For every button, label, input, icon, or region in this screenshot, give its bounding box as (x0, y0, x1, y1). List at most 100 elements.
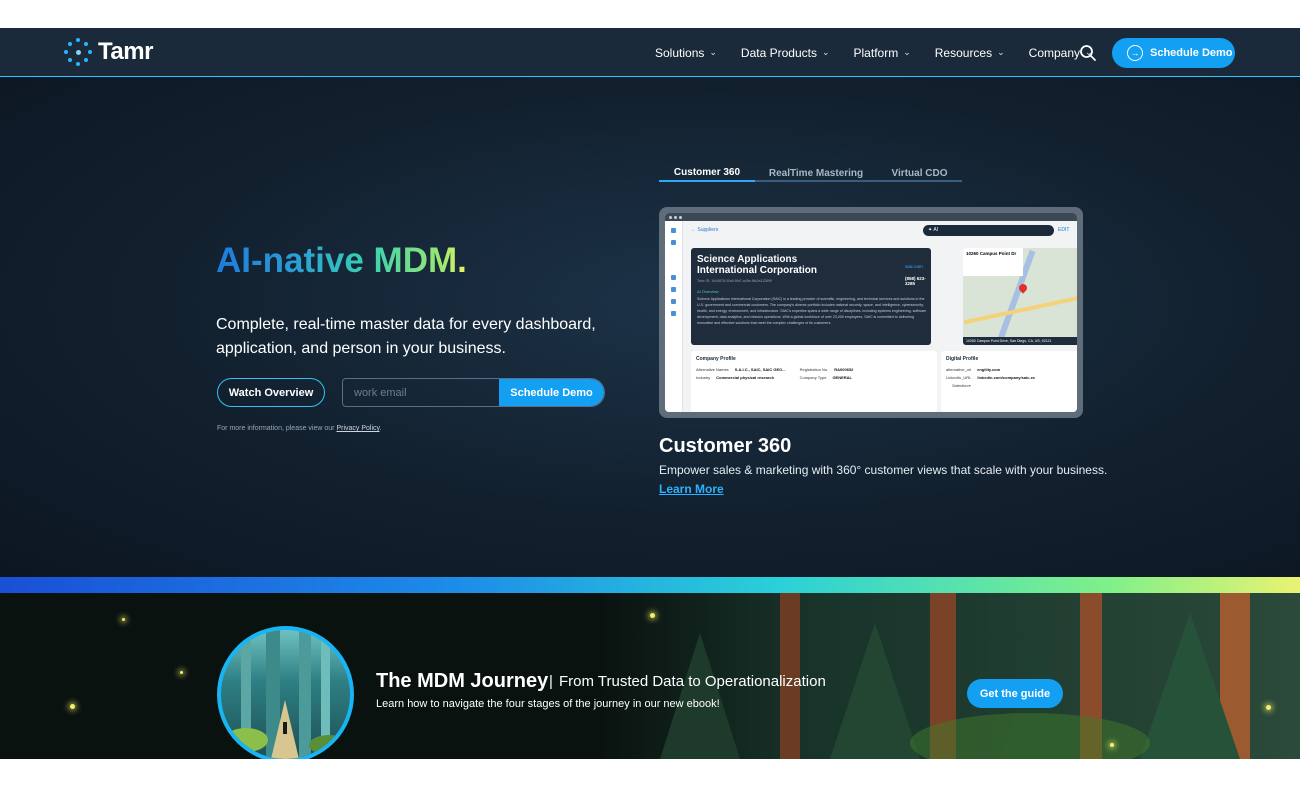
profile-value: RA000652 (834, 367, 854, 372)
search-icon[interactable] (1079, 44, 1097, 62)
company-website: saic.com (905, 264, 923, 269)
work-email-input[interactable] (343, 379, 499, 406)
privacy-prefix: For more information, please view our (217, 425, 335, 432)
firefly (70, 704, 75, 709)
profile-row: Registration No. RA000652 (800, 367, 854, 372)
tab-virtual-cdo[interactable]: Virtual CDO (877, 164, 962, 182)
digital-value: engility.com (977, 367, 1001, 372)
product-tabs: Customer 360 RealTime Mastering Virtual … (659, 164, 962, 182)
profile-key: Industry (696, 375, 711, 380)
profile-value: Commercial physical research (716, 375, 775, 380)
menu-item-platform[interactable]: Platform ⌄ (854, 46, 911, 60)
menu-item-data-products[interactable]: Data Products ⌄ (741, 46, 830, 60)
profile-key: Alternative Names (696, 367, 729, 372)
menu-item-solutions[interactable]: Solutions ⌄ (655, 46, 717, 60)
map-highway (963, 295, 1077, 325)
company-profile-panel: Company Profile Alternative Names S.A.I.C… (691, 351, 937, 412)
profile-value: GENERAL (832, 375, 852, 380)
tab-customer-360[interactable]: Customer 360 (659, 164, 755, 182)
digital-value: Salesforce (952, 383, 971, 388)
location-map: 10260 Campus Point Dr 10260 Campus Point… (963, 248, 1077, 345)
firefly (122, 618, 125, 621)
chevron-down-icon: ⌄ (709, 47, 717, 57)
page: Tamr Solutions ⌄ Data Products ⌄ Platfor… (0, 0, 1300, 788)
journey-ebook-image (217, 626, 354, 759)
forest-path-illustration (224, 630, 349, 759)
window-controls (665, 213, 1077, 221)
nav-schedule-demo-button[interactable]: → Schedule Demo (1112, 38, 1235, 68)
company-name: Science Applications International Corpo… (697, 254, 817, 276)
privacy-policy-link[interactable]: Privacy Policy (336, 425, 379, 432)
breadcrumb: ← Suppliers (691, 227, 719, 233)
edit-label: EDIT (1058, 227, 1070, 233)
ebook-banner: The MDM Journey | From Trusted Data to O… (0, 593, 1300, 759)
company-id: Tamr ID: 1f449f78-00a9-8fd7-a49e-f8c2a11… (697, 279, 772, 283)
feature-title: Customer 360 (659, 435, 792, 457)
menu-item-label: Solutions (655, 45, 705, 60)
hero-subtitle: Complete, real-time master data for ever… (216, 316, 596, 357)
menu-item-resources[interactable]: Resources ⌄ (935, 46, 1005, 60)
firefly (1266, 705, 1271, 710)
get-the-guide-button[interactable]: Get the guide (967, 679, 1063, 708)
profile-row: Alternative Names S.A.I.C., SAIC, SAIC GE… (696, 367, 786, 372)
profile-value: S.A.I.C., SAIC, SAIC GEO... (734, 367, 786, 372)
breadcrumb-label: Suppliers (697, 227, 719, 233)
folder-icon (671, 275, 676, 280)
grid-icon (671, 287, 676, 292)
learn-more-link[interactable]: Learn More (659, 482, 724, 496)
app-search-field: ✦ AI (923, 225, 1054, 236)
company-summary-card: Science Applications International Corpo… (691, 248, 931, 345)
email-signup-form: Schedule Demo (342, 378, 605, 407)
digital-row: LinkedIn_URL linkedin.com/company/saic-ec (946, 375, 1076, 380)
product-screenshot: ← Suppliers ✦ AI EDIT Science Applicatio… (659, 207, 1083, 418)
company-description: Science Applications International Corpo… (697, 297, 927, 325)
gradient-divider (0, 577, 1300, 593)
list-icon (671, 299, 676, 304)
digital-value: linkedin.com/company/saic-ec (977, 375, 1036, 380)
company-profile-title: Company Profile (696, 356, 736, 362)
top-nav: Tamr Solutions ⌄ Data Products ⌄ Platfor… (0, 28, 1300, 77)
feature-description: Empower sales & marketing with 360° cust… (659, 463, 1108, 477)
tamr-logo[interactable]: Tamr (64, 38, 153, 66)
map-footer: 10260 Campus Point Drive, San Diego, CA,… (963, 337, 1077, 345)
hero-title: AI-native MDM. (216, 241, 467, 280)
privacy-note: For more information, please view our Pr… (217, 425, 381, 432)
chevron-down-icon: ⌄ (821, 47, 830, 57)
banner-subtitle: From Trusted Data to Operationalization (559, 673, 826, 690)
tab-realtime-mastering[interactable]: RealTime Mastering (755, 164, 877, 182)
profile-key: Registration No. (799, 367, 829, 372)
menu-item-label: Platform (853, 45, 899, 60)
firefly (1110, 743, 1114, 747)
firefly (650, 613, 655, 618)
digital-profile-panel: Digital Profile alternative_url engility.… (941, 351, 1077, 412)
profile-key: Company Type (799, 375, 827, 380)
network-icon (671, 311, 676, 316)
product-screenshot-frame: ← Suppliers ✦ AI EDIT Science Applicatio… (665, 213, 1077, 412)
watch-overview-button[interactable]: Watch Overview (217, 378, 325, 407)
chevron-down-icon: ⌄ (997, 47, 1005, 57)
map-address: 10260 Campus Point Dr (963, 248, 1023, 276)
privacy-suffix: . (379, 425, 382, 432)
app-sidebar (665, 221, 683, 412)
menu-item-label: Data Products (740, 45, 817, 60)
digital-key: alternative_url (946, 367, 972, 372)
logo-text: Tamr (98, 38, 153, 65)
banner-description: Learn how to navigate the four stages of… (376, 698, 720, 710)
banner-title: The MDM Journey (376, 670, 549, 692)
chevron-down-icon: ⌄ (903, 47, 911, 57)
app-search-value: AI (933, 227, 939, 233)
digital-key: LinkedIn_URL (946, 375, 972, 380)
digital-profile-title: Digital Profile (946, 356, 979, 362)
profile-row: Industry Commercial physical research (696, 375, 786, 380)
schedule-demo-button[interactable]: Schedule Demo (499, 379, 604, 406)
firefly (180, 671, 183, 674)
menu-icon (671, 228, 676, 233)
arrow-right-icon: → (1127, 45, 1143, 61)
nav-icon (671, 240, 676, 245)
menu-item-label: Resources (934, 45, 993, 60)
digital-row: alternative_url engility.com (946, 367, 1076, 372)
ai-overview-label: AI Overview (697, 289, 719, 294)
main-menu: Solutions ⌄ Data Products ⌄ Platform ⌄ R… (655, 28, 1117, 77)
tamr-logo-icon (64, 38, 92, 66)
nav-schedule-demo-label: Schedule Demo (1150, 47, 1233, 59)
